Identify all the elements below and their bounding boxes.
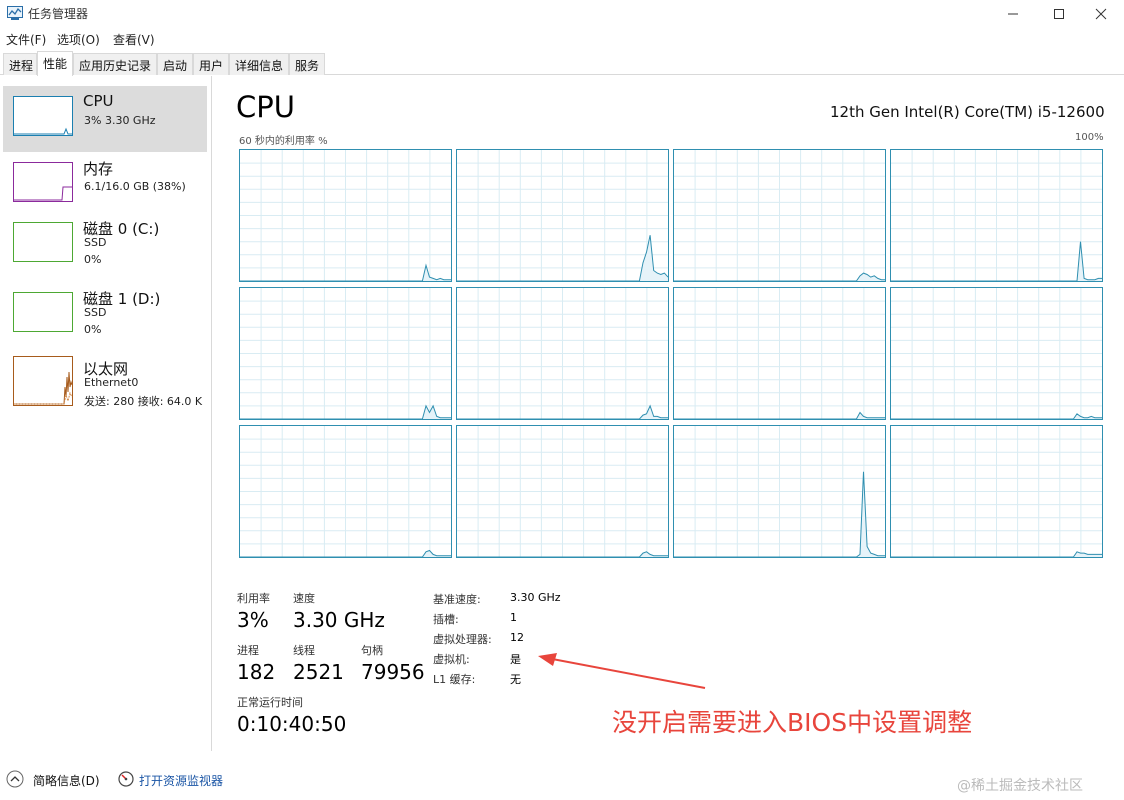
cpu-core-graph — [673, 287, 886, 420]
tab-bar: 进程 性能 应用历史记录 启动 用户 详细信息 服务 — [0, 51, 1124, 76]
spec-value-l1-cache: 无 — [510, 673, 521, 686]
sidebar-item-subtitle: SSD — [84, 236, 107, 249]
cpu-core-graph — [673, 149, 886, 282]
tab-services[interactable]: 服务 — [289, 53, 325, 75]
tab-users[interactable]: 用户 — [193, 53, 229, 75]
disk1-thumbnail-graph — [13, 292, 73, 332]
tab-processes[interactable]: 进程 — [3, 53, 37, 75]
speed-label: 速度 — [293, 592, 315, 605]
tab-startup[interactable]: 启动 — [157, 53, 193, 75]
sidebar-item-ethernet[interactable]: 以太网 Ethernet0 发送: 280 接收: 64.0 K — [3, 352, 211, 418]
cpu-model-name: 12th Gen Intel(R) Core(TM) i5-12600 — [830, 103, 1105, 121]
memory-thumbnail-graph — [13, 162, 73, 202]
sidebar-item-title: 内存 — [83, 160, 114, 178]
fewer-details-link[interactable]: 简略信息(D) — [33, 772, 100, 789]
collapse-chevron-up-icon[interactable] — [6, 770, 24, 788]
utilization-label: 利用率 — [237, 592, 270, 605]
tab-details[interactable]: 详细信息 — [229, 53, 289, 75]
spec-value-virtual-processors: 12 — [510, 631, 524, 644]
spec-label-virtual-processors: 虚拟处理器: — [433, 633, 492, 646]
cpu-core-graph — [890, 149, 1103, 282]
watermark-text: @稀土掘金技术社区 — [957, 778, 1083, 794]
title-bar: 任务管理器 — [0, 0, 1124, 28]
spec-value-base-speed: 3.30 GHz — [510, 591, 561, 604]
maximize-button[interactable] — [1036, 0, 1082, 28]
cpu-thumbnail-graph — [13, 96, 73, 136]
window-title: 任务管理器 — [28, 7, 89, 21]
minimize-button[interactable] — [990, 0, 1036, 28]
ethernet-thumbnail-graph — [13, 356, 73, 406]
speed-value: 3.30 GHz — [293, 608, 385, 632]
sidebar-item-memory[interactable]: 内存 6.1/16.0 GB (38%) — [3, 152, 207, 218]
cpu-core-graph — [456, 287, 669, 420]
spec-label-base-speed: 基准速度: — [433, 593, 481, 606]
close-button[interactable] — [1078, 0, 1124, 28]
cpu-core-graph — [239, 425, 452, 558]
processes-label: 进程 — [237, 644, 259, 657]
task-manager-app-icon — [7, 6, 23, 20]
menu-bar: 文件(F) 选项(O) 查看(V) — [0, 28, 1124, 49]
threads-value: 2521 — [293, 660, 344, 684]
menu-view[interactable]: 查看(V) — [113, 31, 155, 48]
cpu-core-graph — [890, 287, 1103, 420]
cpu-core-graph — [239, 287, 452, 420]
sidebar-item-subtitle: 6.1/16.0 GB (38%) — [84, 180, 186, 193]
graph-caption: 60 秒内的利用率 % — [239, 136, 328, 147]
sidebar-item-title: CPU — [83, 92, 114, 110]
tab-performance[interactable]: 性能 — [37, 51, 73, 76]
sidebar-item-subtitle: SSD — [84, 306, 107, 319]
sidebar-item-subtitle: Ethernet0 — [84, 376, 139, 389]
disk0-thumbnail-graph — [13, 222, 73, 262]
utilization-value: 3% — [237, 608, 269, 632]
resource-sidebar: CPU 3% 3.30 GHz 内存 6.1/16.0 GB (38%) 磁盘 … — [0, 76, 212, 751]
close-icon — [1095, 8, 1107, 20]
cpu-core-graph — [239, 149, 452, 282]
menu-file[interactable]: 文件(F) — [6, 31, 46, 48]
footer: 简略信息(D) 打开资源监视器 — [0, 762, 1124, 800]
cpu-core-graph — [456, 149, 669, 282]
spec-label-l1-cache: L1 缓存: — [433, 673, 476, 686]
sidebar-item-cpu[interactable]: CPU 3% 3.30 GHz — [3, 86, 207, 152]
processes-value: 182 — [237, 660, 276, 684]
spec-value-sockets: 1 — [510, 611, 517, 624]
menu-options[interactable]: 选项(O) — [57, 31, 100, 48]
uptime-label: 正常运行时间 — [237, 696, 303, 709]
sidebar-item-throughput: 发送: 280 接收: 64.0 K — [84, 395, 203, 408]
spec-label-virtual-machine: 虚拟机: — [433, 653, 470, 666]
tab-app-history[interactable]: 应用历史记录 — [73, 53, 157, 75]
sidebar-item-subtitle: 3% 3.30 GHz — [84, 114, 156, 127]
cpu-core-graph — [890, 425, 1103, 558]
sidebar-item-disk-1[interactable]: 磁盘 1 (D:) SSD 0% — [3, 282, 207, 348]
uptime-value: 0:10:40:50 — [237, 712, 347, 736]
minimize-icon — [1008, 13, 1018, 15]
task-manager-window: 任务管理器 文件(F) 选项(O) 查看(V) 进程 性能 应用历史记录 启动 … — [0, 0, 1124, 800]
cpu-core-graph — [673, 425, 886, 558]
annotation-text: 没开启需要进入BIOS中设置调整 — [612, 708, 973, 737]
threads-label: 线程 — [293, 644, 315, 657]
cpu-core-graph — [456, 425, 669, 558]
annotation-arrow-icon — [538, 653, 706, 689]
resource-monitor-icon — [118, 771, 134, 787]
maximize-icon — [1054, 9, 1064, 19]
sidebar-item-usage: 0% — [84, 323, 102, 336]
spec-label-sockets: 插槽: — [433, 613, 459, 626]
sidebar-item-usage: 0% — [84, 253, 102, 266]
sidebar-item-disk-0[interactable]: 磁盘 0 (C:) SSD 0% — [3, 212, 207, 278]
spec-value-virtual-machine: 是 — [510, 653, 521, 666]
handles-value: 79956 — [361, 660, 425, 684]
open-resource-monitor-link[interactable]: 打开资源监视器 — [139, 772, 223, 789]
graph-max-label: 100% — [1075, 132, 1104, 143]
handles-label: 句柄 — [361, 644, 383, 657]
page-title: CPU — [236, 90, 295, 124]
